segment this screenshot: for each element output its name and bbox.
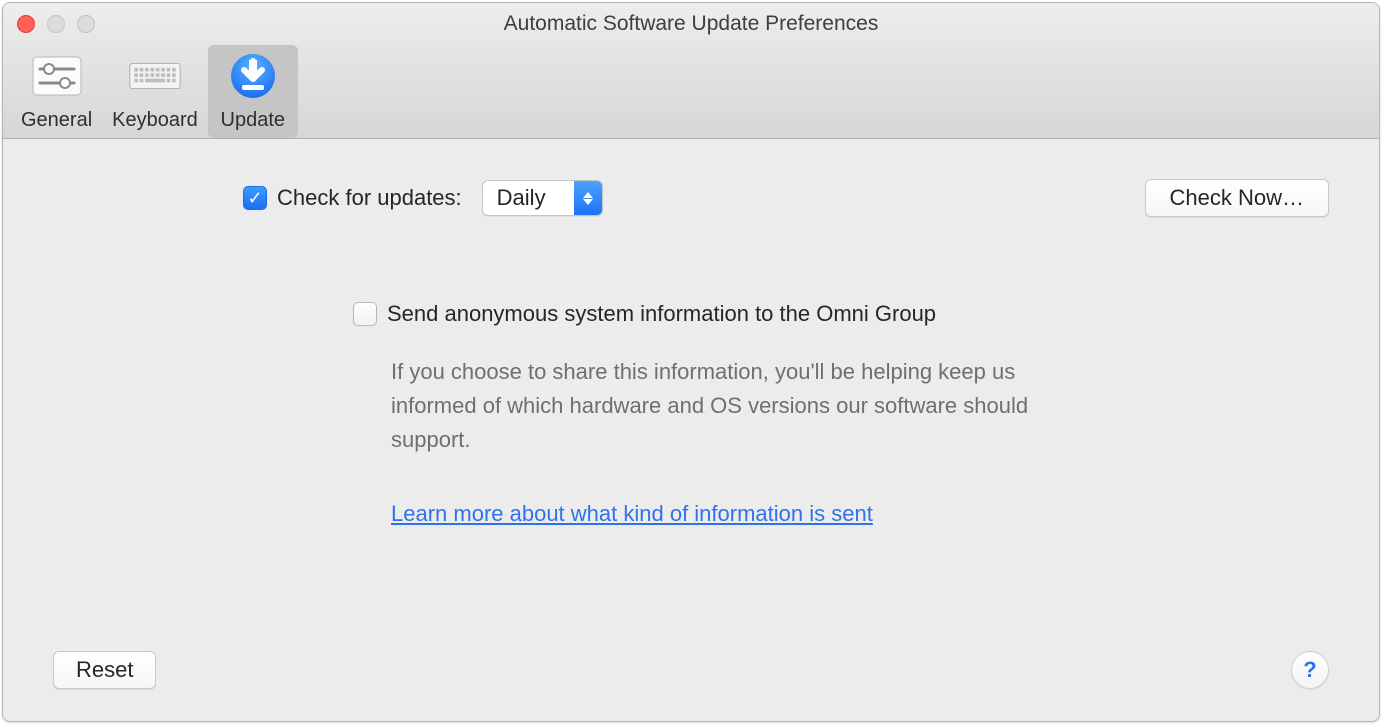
update-frequency-value: Daily xyxy=(483,181,574,215)
update-pane: ✓ Check for updates: Daily Check Now… Se… xyxy=(3,139,1379,721)
sliders-icon xyxy=(30,49,84,103)
check-now-button[interactable]: Check Now… xyxy=(1145,179,1329,217)
window-title: Automatic Software Update Preferences xyxy=(3,12,1379,36)
send-anonymous-description: If you choose to share this information,… xyxy=(391,355,1073,457)
toolbar-item-label: Keyboard xyxy=(112,109,198,132)
keyboard-icon xyxy=(128,49,182,103)
toolbar-item-label: Update xyxy=(221,109,286,132)
zoom-window-button[interactable] xyxy=(77,15,95,33)
minimize-window-button[interactable] xyxy=(47,15,65,33)
preferences-toolbar: General Keyboard xyxy=(3,45,1379,138)
send-anonymous-label: Send anonymous system information to the… xyxy=(387,301,936,327)
send-anonymous-checkbox[interactable] xyxy=(353,302,377,326)
titlebar: Automatic Software Update Preferences xyxy=(3,3,1379,45)
help-icon: ? xyxy=(1303,657,1316,683)
toolbar-item-update[interactable]: Update xyxy=(208,45,298,138)
update-frequency-popup[interactable]: Daily xyxy=(482,180,603,216)
check-for-updates-checkbox[interactable]: ✓ xyxy=(243,186,267,210)
traffic-lights xyxy=(17,15,95,33)
check-for-updates-label: Check for updates: xyxy=(277,185,462,211)
pane-footer: Reset ? xyxy=(53,651,1329,691)
help-button[interactable]: ? xyxy=(1291,651,1329,689)
chevron-up-down-icon xyxy=(574,181,602,215)
learn-more-link[interactable]: Learn more about what kind of informatio… xyxy=(391,501,873,527)
close-window-button[interactable] xyxy=(17,15,35,33)
checkmark-icon: ✓ xyxy=(247,189,262,207)
preferences-window: Automatic Software Update Preferences Ge… xyxy=(2,2,1380,722)
anonymous-info-block: Send anonymous system information to the… xyxy=(353,301,1073,527)
toolbar-item-label: General xyxy=(21,109,92,132)
titlebar-toolbar-area: Automatic Software Update Preferences Ge… xyxy=(3,3,1379,139)
reset-button[interactable]: Reset xyxy=(53,651,156,689)
toolbar-item-keyboard[interactable]: Keyboard xyxy=(102,45,208,138)
check-for-updates-row: ✓ Check for updates: Daily Check Now… xyxy=(243,179,1329,217)
toolbar-item-general[interactable]: General xyxy=(11,45,102,138)
download-arrow-icon xyxy=(226,49,280,103)
